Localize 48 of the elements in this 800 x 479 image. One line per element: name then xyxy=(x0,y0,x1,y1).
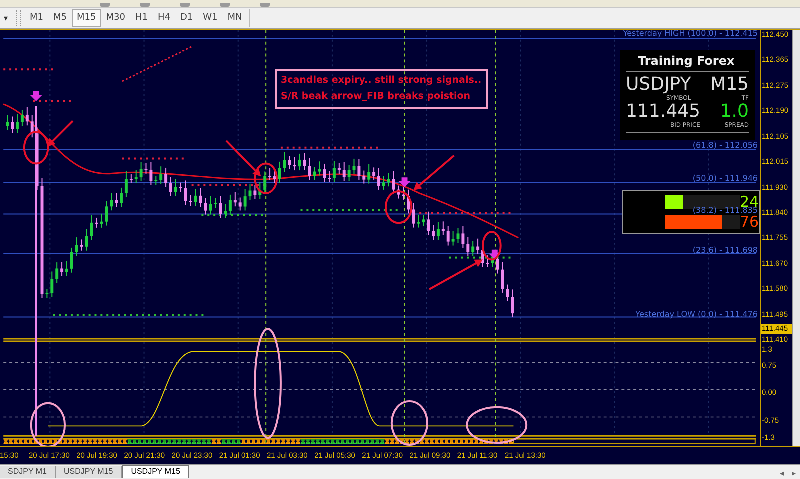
fibonacci-level-label: Yesterday LOW (0.0) - 111.476 xyxy=(636,310,758,319)
timeframe-button[interactable]: MN xyxy=(222,9,248,27)
timeframe-button[interactable]: W1 xyxy=(198,9,223,27)
highlight-ellipse xyxy=(390,400,429,446)
annotation-arrow xyxy=(47,120,74,147)
annotation-text: S/R beak arrow_FIB breaks poistion xyxy=(281,90,472,104)
timeframe-button[interactable]: M5 xyxy=(48,9,72,27)
timeframe-button[interactable]: M1 xyxy=(25,9,48,27)
chart-tab[interactable]: SDJPY M1 xyxy=(0,466,56,478)
dropdown-caret-icon[interactable]: ▾ xyxy=(0,14,12,22)
down-arrow-icon xyxy=(398,178,411,188)
annotation-circle xyxy=(23,131,50,165)
toolbar-icon[interactable] xyxy=(100,3,110,7)
timeframe-button[interactable]: M15 xyxy=(72,9,102,27)
scroll-right-icon[interactable]: ▸ xyxy=(788,469,800,478)
annotation-text: 3candles expiry.. still strong signals.. xyxy=(281,74,482,88)
highlight-ellipse xyxy=(466,406,528,444)
scrollbar[interactable] xyxy=(792,30,800,446)
fibonacci-level-label: Yesterday HIGH (100.0) - 112.415 xyxy=(623,30,758,38)
chart-tab[interactable]: USDJPY M15 xyxy=(122,465,190,478)
annotation-arrow xyxy=(226,140,262,177)
toolbar-icon[interactable] xyxy=(180,3,190,7)
symbol-value: USDJPY xyxy=(626,75,692,95)
scroll-left-icon[interactable]: ◂ xyxy=(776,469,788,478)
fibonacci-level-label: (61.8) - 112.056 xyxy=(692,141,758,150)
down-arrow-icon xyxy=(488,250,501,260)
annotation-arrow xyxy=(414,155,455,190)
annotation-circle xyxy=(384,190,413,224)
bid-price-value: 111.445 xyxy=(626,102,700,122)
toolbar-icon[interactable] xyxy=(140,3,150,7)
spread-value: 1.0 xyxy=(720,102,749,122)
toolbar-icon[interactable] xyxy=(220,3,230,7)
chart-tab[interactable]: USDJPY M15 xyxy=(56,466,122,478)
panel-title: Training Forex xyxy=(637,54,736,68)
fibonacci-level-label: (50.0) - 111.946 xyxy=(692,174,758,183)
annotation-circle xyxy=(482,231,502,261)
down-arrow-icon xyxy=(30,91,42,102)
strength-value: 76 xyxy=(740,214,760,230)
trend-line xyxy=(122,46,192,82)
timeframe-value: M15 xyxy=(710,75,749,95)
fibonacci-level-label: (23.6) - 111.698 xyxy=(692,246,758,255)
annotation-circle xyxy=(254,162,278,194)
toolbar-icon[interactable] xyxy=(260,3,270,7)
timeframe-button[interactable]: H1 xyxy=(130,9,153,27)
timeframe-button[interactable]: M30 xyxy=(101,9,130,27)
annotation-arrow xyxy=(429,260,483,290)
timeframe-button[interactable]: D1 xyxy=(175,9,198,27)
timeframe-button[interactable]: H4 xyxy=(152,9,176,27)
